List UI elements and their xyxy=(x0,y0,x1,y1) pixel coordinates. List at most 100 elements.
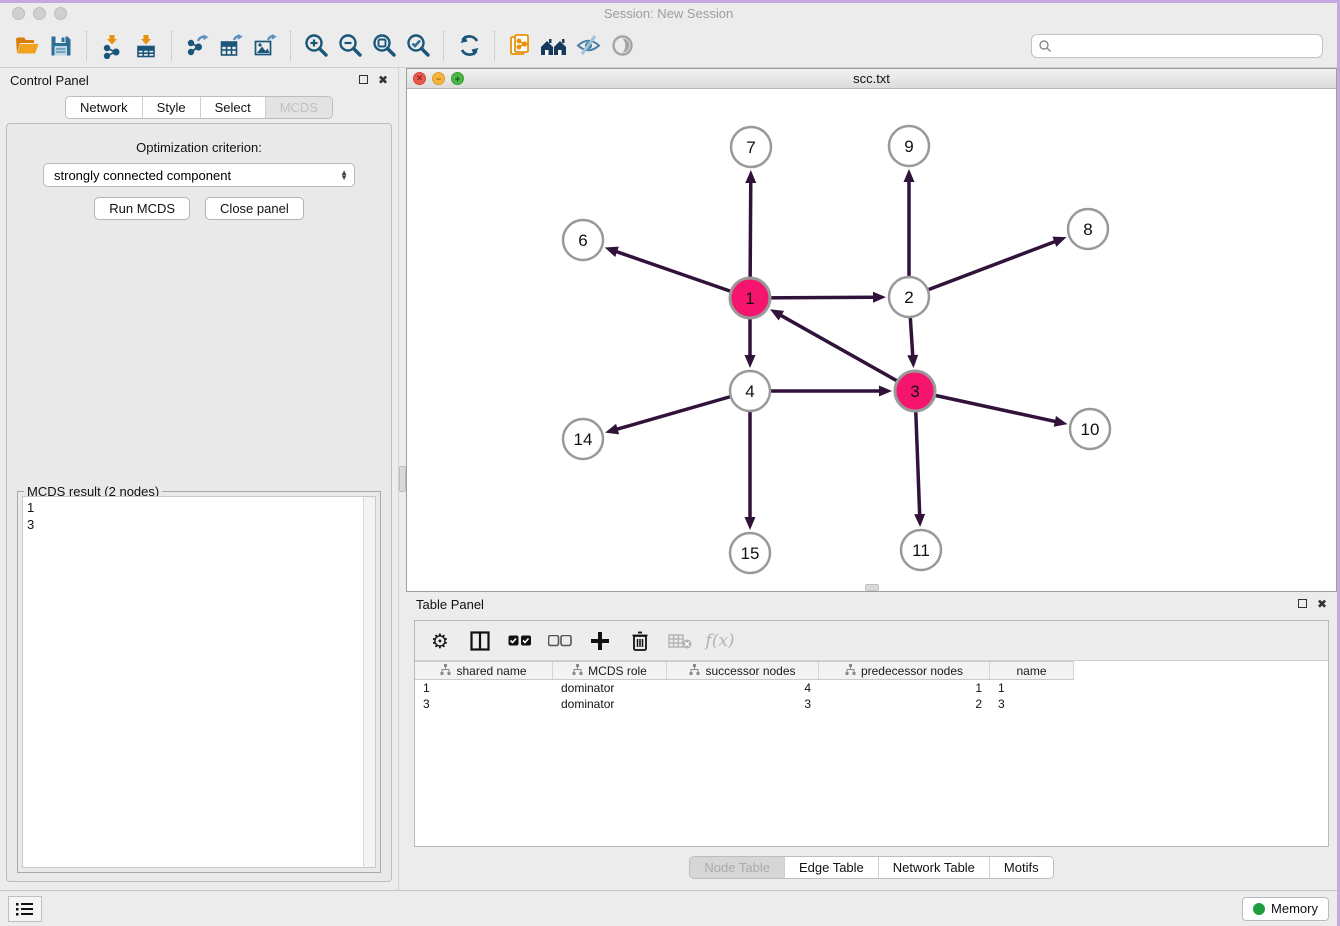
graph-node-label: 1 xyxy=(745,289,754,308)
table-tabs: Node Table Edge Table Network Table Moti… xyxy=(406,847,1337,890)
table-cell[interactable]: 1 xyxy=(990,681,1074,695)
table-cell[interactable]: 3 xyxy=(415,697,553,711)
tab-network-table[interactable]: Network Table xyxy=(878,857,989,878)
graph-edge-arrowhead xyxy=(745,170,756,183)
network-canvas[interactable]: 7968124314101511 xyxy=(407,89,1336,585)
table-header-row: shared name MCDS role successor nodesprede… xyxy=(415,661,1074,680)
criterion-dropdown[interactable]: strongly connected component ▲▼ xyxy=(43,163,355,187)
unselect-all-columns-icon[interactable] xyxy=(547,628,573,654)
zoom-in-icon[interactable] xyxy=(299,30,333,62)
table-panel: Table Panel ✖ ⚙ xyxy=(406,592,1337,890)
table-cell[interactable]: dominator xyxy=(553,681,667,695)
close-panel-icon[interactable]: ✖ xyxy=(1317,598,1327,610)
graph-node-label: 4 xyxy=(745,382,754,401)
graph-edge-arrowhead xyxy=(873,292,886,303)
table-row[interactable]: 3dominator323 xyxy=(415,696,1074,712)
graph-node-label: 3 xyxy=(910,382,919,401)
criterion-value: strongly connected component xyxy=(54,168,340,183)
graph-node-label: 8 xyxy=(1083,220,1092,239)
graph-edge-arrowhead xyxy=(907,355,918,368)
toolbar-separator xyxy=(443,31,444,61)
column-tree-icon xyxy=(440,664,451,678)
splitter-grip[interactable] xyxy=(865,584,879,591)
titlebar: Session: New Session xyxy=(0,3,1337,24)
tab-network[interactable]: Network xyxy=(66,97,142,118)
vertical-splitter[interactable] xyxy=(398,68,406,890)
table-settings-gear-icon[interactable]: ⚙ xyxy=(427,628,453,654)
column-header-successor-nodes[interactable]: successor nodes xyxy=(667,662,819,679)
graph-edge-3-10[interactable] xyxy=(915,391,1057,422)
select-all-columns-icon[interactable] xyxy=(507,628,533,654)
graph-edge-2-8[interactable] xyxy=(909,241,1056,297)
run-mcds-button[interactable]: Run MCDS xyxy=(94,197,190,220)
graph-edge-arrowhead xyxy=(605,247,619,257)
table-row[interactable]: 1dominator411 xyxy=(415,680,1074,696)
status-bar: Memory xyxy=(0,890,1337,926)
global-search-field[interactable] xyxy=(1031,34,1323,58)
horizontal-splitter[interactable] xyxy=(407,585,1336,591)
table-cell[interactable]: 3 xyxy=(990,697,1074,711)
create-column-plus-icon[interactable] xyxy=(587,628,613,654)
tab-node-table[interactable]: Node Table xyxy=(690,857,784,878)
save-session-icon[interactable] xyxy=(44,30,78,62)
table-cell[interactable]: 4 xyxy=(667,681,819,695)
import-network-icon[interactable] xyxy=(95,30,129,62)
column-header-label: MCDS role xyxy=(588,664,647,678)
column-header-predecessor-nodes[interactable]: predecessor nodes xyxy=(819,662,990,679)
tab-select[interactable]: Select xyxy=(200,97,265,118)
float-panel-icon[interactable] xyxy=(1298,598,1307,610)
show-panel-eye-icon xyxy=(605,30,639,62)
graph-node-label: 6 xyxy=(578,231,587,250)
graph-node-label: 2 xyxy=(904,288,913,307)
column-header-shared-name[interactable]: shared name xyxy=(415,662,553,679)
mcds-result-text: 1 3 xyxy=(23,497,363,867)
toolbar-separator xyxy=(171,31,172,61)
refresh-layout-icon[interactable] xyxy=(452,30,486,62)
memory-label: Memory xyxy=(1271,901,1318,916)
table-cell[interactable]: 1 xyxy=(819,681,990,695)
tab-mcds[interactable]: MCDS xyxy=(265,97,332,118)
show-columns-icon[interactable] xyxy=(467,628,493,654)
task-history-list-icon[interactable] xyxy=(8,896,42,922)
splitter-grip[interactable] xyxy=(399,466,406,492)
tab-style[interactable]: Style xyxy=(142,97,200,118)
table-cell[interactable]: 1 xyxy=(415,681,553,695)
zoom-selected-icon[interactable] xyxy=(401,30,435,62)
toolbar-separator xyxy=(494,31,495,61)
tab-motifs[interactable]: Motifs xyxy=(989,857,1053,878)
column-header-MCDS-role[interactable]: MCDS role xyxy=(553,662,667,679)
export-image-icon[interactable] xyxy=(248,30,282,62)
delete-table-icon xyxy=(667,628,693,654)
zoom-fit-icon[interactable] xyxy=(367,30,401,62)
zoom-out-icon[interactable] xyxy=(333,30,367,62)
graph-node-label: 15 xyxy=(741,544,760,563)
mcds-result-scrollbar[interactable] xyxy=(363,497,375,867)
network-graph[interactable]: 7968124314101511 xyxy=(407,89,1335,585)
table-cell[interactable]: 3 xyxy=(667,697,819,711)
import-table-icon[interactable] xyxy=(129,30,163,62)
close-panel-icon[interactable]: ✖ xyxy=(378,74,388,86)
optimization-criterion-label: Optimization criterion: xyxy=(17,140,381,155)
table-cell[interactable]: dominator xyxy=(553,697,667,711)
column-header-name[interactable]: name xyxy=(990,662,1074,679)
graph-edge-arrowhead xyxy=(745,355,756,368)
export-table-icon[interactable] xyxy=(214,30,248,62)
close-panel-button[interactable]: Close panel xyxy=(205,197,304,220)
delete-column-trash-icon[interactable] xyxy=(627,628,653,654)
graph-edge-arrowhead xyxy=(1054,416,1068,427)
show-all-networks-icon[interactable] xyxy=(537,30,571,62)
function-builder-icon: f(x) xyxy=(707,628,733,654)
graph-edge-3-1[interactable] xyxy=(780,315,915,391)
tab-edge-table[interactable]: Edge Table xyxy=(784,857,878,878)
graph-edge-arrowhead xyxy=(904,169,915,182)
open-session-icon[interactable] xyxy=(10,30,44,62)
clone-network-icon[interactable] xyxy=(503,30,537,62)
memory-button[interactable]: Memory xyxy=(1242,897,1329,921)
graph-node-label: 9 xyxy=(904,137,913,156)
export-network-icon[interactable] xyxy=(180,30,214,62)
hide-panel-eye-slash-icon[interactable] xyxy=(571,30,605,62)
search-input[interactable] xyxy=(1056,39,1316,53)
mcds-panel: Optimization criterion: strongly connect… xyxy=(6,123,392,882)
table-cell[interactable]: 2 xyxy=(819,697,990,711)
float-panel-icon[interactable] xyxy=(359,74,368,86)
